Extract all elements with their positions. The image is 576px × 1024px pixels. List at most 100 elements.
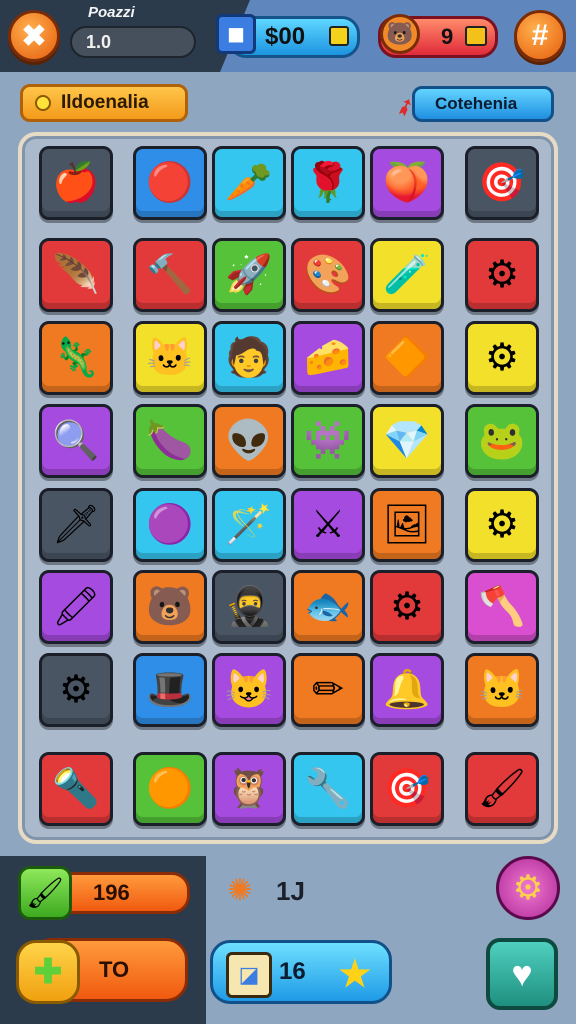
game-tile[interactable]: 🍑 bbox=[370, 146, 444, 220]
picture-icon: 🖼 bbox=[382, 504, 432, 546]
game-tile[interactable]: 🐸 bbox=[465, 404, 539, 478]
game-tile[interactable]: 🔶 bbox=[370, 321, 444, 395]
game-tile[interactable]: 🔧 bbox=[291, 752, 365, 826]
level-bar: 1.0 bbox=[70, 26, 196, 58]
game-tile[interactable]: 🐻 bbox=[133, 570, 207, 644]
game-tile[interactable]: 🐱 bbox=[465, 653, 539, 727]
game-tile[interactable]: 🎯 bbox=[465, 146, 539, 220]
moves-value: 1J bbox=[276, 876, 305, 906]
left-category-label[interactable]: Ildoenalia bbox=[20, 84, 188, 122]
right-label-text: Cotehenia bbox=[435, 94, 518, 113]
cheese-icon: 🧀 bbox=[304, 337, 352, 379]
game-tile[interactable]: 🐱 bbox=[133, 321, 207, 395]
sword-icon: ⚔ bbox=[310, 504, 346, 546]
gems-value: 9 bbox=[441, 24, 454, 49]
game-title: Poazzi bbox=[88, 4, 135, 21]
blue-gear-icon: ⚙ bbox=[484, 337, 520, 379]
crystal-icon: 💎 bbox=[383, 420, 431, 462]
feather-icon: 🪶 bbox=[52, 254, 100, 296]
game-tile[interactable]: 🟠 bbox=[133, 752, 207, 826]
game-tile[interactable]: 🌹 bbox=[291, 146, 365, 220]
game-tile[interactable]: ⚙ bbox=[465, 238, 539, 312]
game-tile[interactable]: ✏ bbox=[291, 653, 365, 727]
game-tile[interactable]: 🚀 bbox=[212, 238, 286, 312]
hat-icon: 🎩 bbox=[146, 669, 194, 711]
game-tile[interactable]: 🍆 bbox=[133, 404, 207, 478]
game-tile[interactable]: 🔨 bbox=[133, 238, 207, 312]
left-label-text: Ildoenalia bbox=[61, 92, 149, 113]
game-tile[interactable]: 🟣 bbox=[133, 488, 207, 562]
game-tile[interactable]: 🦉 bbox=[212, 752, 286, 826]
stars-value: 16 bbox=[279, 958, 306, 985]
game-tile[interactable]: 🖍 bbox=[39, 570, 113, 644]
target-icon: 🎯 bbox=[478, 162, 526, 204]
game-tile[interactable]: 🐟 bbox=[291, 570, 365, 644]
crossed-swords-button[interactable]: ✖ bbox=[8, 10, 60, 62]
game-tile[interactable]: 🔴 bbox=[133, 146, 207, 220]
game-tile[interactable]: ⚙ bbox=[465, 488, 539, 562]
game-tile[interactable]: 🧑 bbox=[212, 321, 286, 395]
eggplant-icon: 🍆 bbox=[146, 420, 194, 462]
fish-icon: 🐟 bbox=[304, 586, 352, 628]
gear-icon: ⚙ bbox=[512, 869, 544, 907]
owl-icon: 🦉 bbox=[225, 768, 273, 810]
game-tile[interactable]: 🖌 bbox=[465, 752, 539, 826]
game-tile[interactable]: 🪓 bbox=[465, 570, 539, 644]
game-tile[interactable]: 🥕 bbox=[212, 146, 286, 220]
carrot-brush-icon: 🥕 bbox=[225, 162, 273, 204]
game-tile[interactable]: 🔔 bbox=[370, 653, 444, 727]
game-tile[interactable]: 🥷 bbox=[212, 570, 286, 644]
game-tile[interactable]: 🪶 bbox=[39, 238, 113, 312]
game-tile[interactable]: 👽 bbox=[212, 404, 286, 478]
game-tile[interactable]: ⚙ bbox=[39, 653, 113, 727]
game-tile[interactable]: ⚙ bbox=[370, 570, 444, 644]
fruit-icon: 🍑 bbox=[383, 162, 431, 204]
axe-icon: 🪓 bbox=[478, 586, 526, 628]
crayon-icon: 🖍 bbox=[51, 586, 101, 628]
game-tile[interactable]: ⚔ bbox=[291, 488, 365, 562]
game-tile[interactable]: ⚙ bbox=[465, 321, 539, 395]
favorite-button[interactable]: ♥ bbox=[486, 938, 558, 1010]
dagger-icon: 🗡 bbox=[51, 504, 101, 546]
right-category-label[interactable]: Cotehenia bbox=[412, 86, 554, 122]
puzzle-value: TO bbox=[99, 957, 130, 982]
purple-orb-icon: 🟣 bbox=[146, 504, 194, 546]
pencil-icon: ✏ bbox=[312, 669, 344, 711]
game-tile[interactable]: 😺 bbox=[212, 653, 286, 727]
coins-value: $00 bbox=[265, 23, 306, 50]
game-tile[interactable]: 🎯 bbox=[370, 752, 444, 826]
bear-icon: 🐻 bbox=[146, 586, 194, 628]
monster-icon: 👾 bbox=[304, 420, 352, 462]
apple-icon: 🍎 bbox=[52, 162, 100, 204]
game-tile[interactable]: 💎 bbox=[370, 404, 444, 478]
wrench-icon: 🔧 bbox=[304, 768, 352, 810]
settings-button[interactable]: # bbox=[514, 10, 566, 62]
game-tile[interactable]: 🔦 bbox=[39, 752, 113, 826]
heart-icon: ♥ bbox=[511, 953, 533, 994]
game-tile[interactable]: 🍎 bbox=[39, 146, 113, 220]
flower-icon: 🌹 bbox=[304, 162, 352, 204]
game-tile[interactable]: 👾 bbox=[291, 404, 365, 478]
game-tile[interactable]: 🧪 bbox=[370, 238, 444, 312]
game-tile[interactable]: 🪄 bbox=[212, 488, 286, 562]
gem-shape-icon: 🔶 bbox=[383, 337, 431, 379]
level-value: 1.0 bbox=[86, 31, 112, 52]
settings-gear-button[interactable]: ⚙ bbox=[496, 856, 560, 920]
purple-cat-icon: 😺 bbox=[225, 669, 273, 711]
game-tile[interactable]: 🎩 bbox=[133, 653, 207, 727]
gray-cat-icon: 🐱 bbox=[478, 669, 526, 711]
frog-icon: 🐸 bbox=[478, 420, 526, 462]
red-gear-icon: ⚙ bbox=[58, 669, 94, 711]
game-tile[interactable]: 🎨 bbox=[291, 238, 365, 312]
brush-count: 196 bbox=[93, 880, 130, 905]
red-ball-icon: 🔴 bbox=[146, 162, 194, 204]
torch-icon: 🔦 bbox=[52, 768, 100, 810]
game-tile[interactable]: 🖼 bbox=[370, 488, 444, 562]
game-tile[interactable]: 🦎 bbox=[39, 321, 113, 395]
brush-icon: 🖌 bbox=[18, 866, 72, 920]
game-tile[interactable]: 🔍 bbox=[39, 404, 113, 478]
crossed-swords-icon: ✖ bbox=[21, 19, 47, 53]
lens-icon: 🔍 bbox=[52, 420, 100, 462]
game-tile[interactable]: 🗡 bbox=[39, 488, 113, 562]
game-tile[interactable]: 🧀 bbox=[291, 321, 365, 395]
